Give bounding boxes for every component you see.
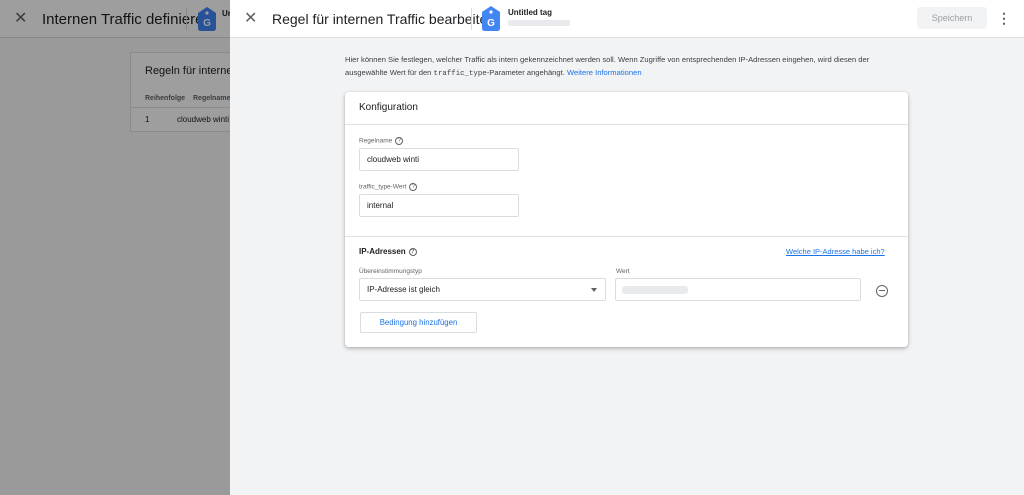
divider <box>345 124 908 125</box>
dropdown-arrow-icon <box>591 288 597 292</box>
tag-name: Untitled tag <box>508 8 552 17</box>
configuration-card: Konfiguration Regelname? cloudweb winti … <box>345 92 908 347</box>
divider <box>345 236 908 237</box>
panel-title: Regel für internen Traffic bearbeiten <box>272 11 496 27</box>
ip-section-title: IP-Adressen? <box>359 247 417 256</box>
match-type-value: IP-Adresse ist gleich <box>367 285 440 294</box>
help-icon[interactable]: ? <box>408 247 417 256</box>
rule-name-label: Regelname? <box>359 137 404 145</box>
intro-text-part: -Parameter angehängt. <box>486 68 567 77</box>
match-type-label: Übereinstimmungstyp <box>359 268 422 275</box>
help-icon[interactable]: ? <box>409 183 418 191</box>
rule-name-label-text: Regelname <box>359 137 393 145</box>
match-type-select[interactable]: IP-Adresse ist gleich <box>359 278 606 301</box>
panel-header: ✕ Regel für internen Traffic bearbeiten … <box>230 0 1024 38</box>
ip-section-title-text: IP-Adressen <box>359 247 406 256</box>
remove-condition-icon[interactable] <box>876 285 888 297</box>
tag-id-redacted <box>508 20 570 26</box>
ip-value-redacted <box>622 286 688 294</box>
learn-more-link[interactable]: Weitere Informationen <box>567 68 642 77</box>
more-options-icon[interactable]: ⋮ <box>997 7 1011 29</box>
add-condition-button[interactable]: Bedingung hinzufügen <box>360 312 477 333</box>
intro-text: Hier können Sie festlegen, welcher Traff… <box>345 53 905 81</box>
help-icon[interactable]: ? <box>395 137 404 145</box>
edit-rule-panel: ✕ Regel für internen Traffic bearbeiten … <box>230 0 1024 495</box>
google-tag-icon: G <box>482 6 500 36</box>
which-ip-link[interactable]: Welche IP-Adresse habe ich? <box>786 247 885 256</box>
close-icon[interactable]: ✕ <box>244 10 257 28</box>
ip-value-input[interactable] <box>615 278 861 301</box>
rule-name-input[interactable]: cloudweb winti <box>359 148 519 171</box>
traffic-type-input[interactable]: internal <box>359 194 519 217</box>
intro-code: traffic_type <box>433 70 487 78</box>
traffic-type-label-text: traffic_type-Wert <box>359 183 407 191</box>
save-button[interactable]: Speichern <box>917 7 987 29</box>
header-divider <box>471 8 472 30</box>
card-title: Konfiguration <box>359 102 418 113</box>
svg-text:G: G <box>487 18 495 29</box>
value-label: Wert <box>616 268 630 275</box>
traffic-type-label: traffic_type-Wert? <box>359 183 418 191</box>
